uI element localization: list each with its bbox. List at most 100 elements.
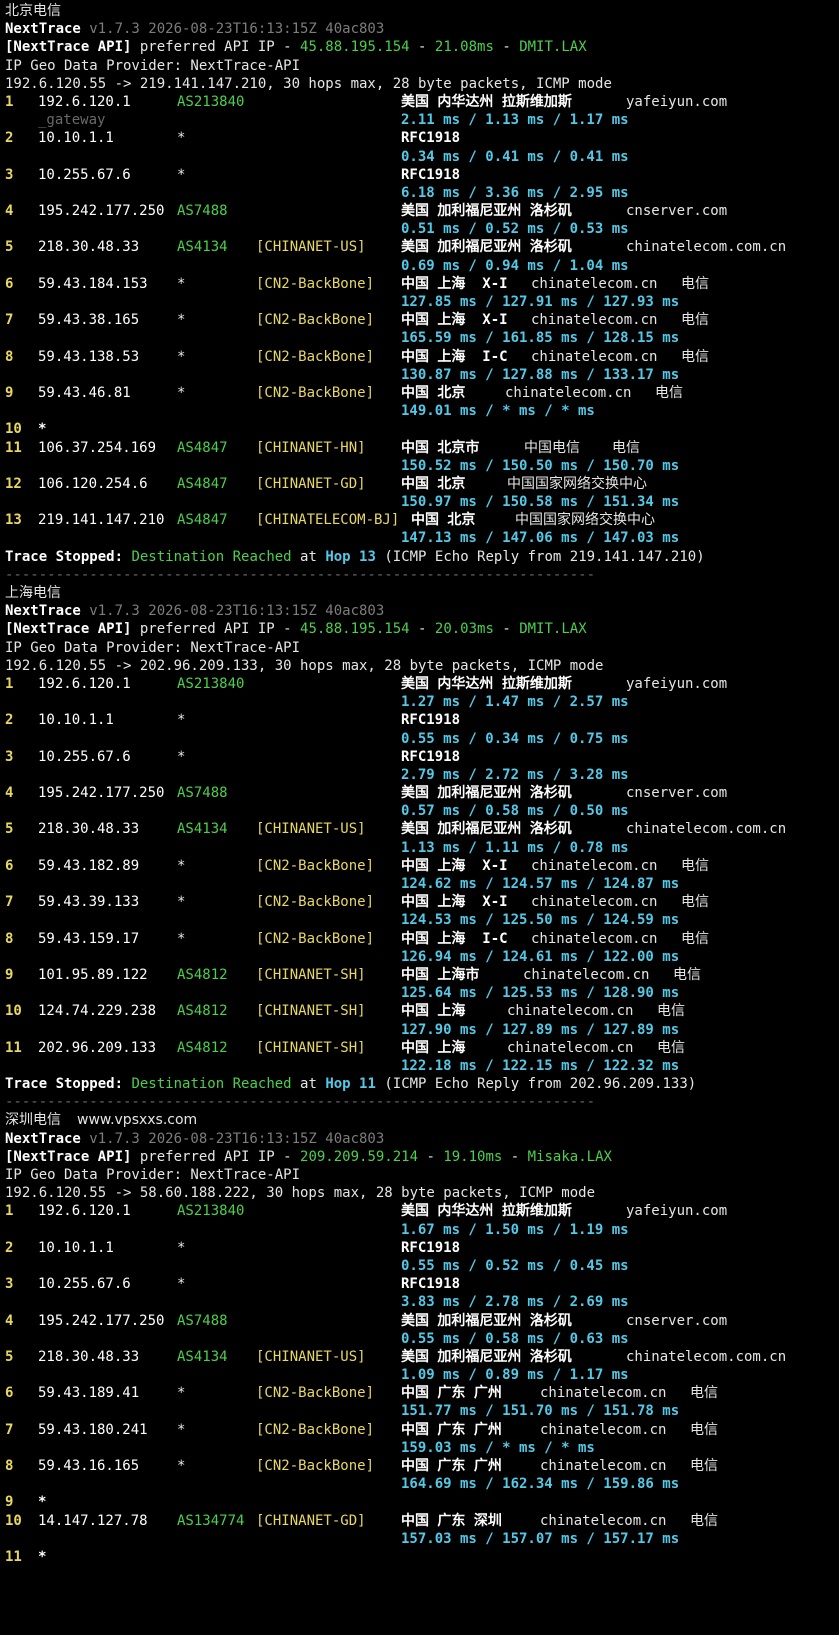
destination-reached: Destination Reached bbox=[131, 1076, 292, 1093]
hop-row: 2 10.10.1.1 * RFC1918 bbox=[5, 1239, 834, 1257]
hop-number: 7 bbox=[5, 894, 14, 911]
hop-row: 6 59.43.184.153 * [CN2-BackBone] 中国 上海 X-I ch… bbox=[5, 275, 834, 293]
hop-number: 1 bbox=[5, 93, 14, 110]
hop-isp: 电信 bbox=[657, 1039, 685, 1056]
hop-row: 8 59.43.16.165 * [CN2-BackBone] 中国 广东 广州 chin… bbox=[5, 1457, 834, 1475]
hop-geo: 中国 北京 bbox=[411, 512, 476, 529]
hop-latency: 1.13 ms / 1.11 ms / 0.78 ms bbox=[401, 839, 629, 856]
version-line: NextTrace v1.7.3 2026-08-23T16:13:15Z 40… bbox=[5, 20, 834, 38]
hop-row: 13 219.141.147.210 AS4847 [CHINATELECOM-BJ]… bbox=[5, 511, 834, 529]
hop-latency: 164.69 ms / 162.34 ms / 159.86 ms bbox=[401, 1476, 680, 1493]
hop-row: 10 14.147.127.78 AS134774 [CHINANET-GD] 中国 广… bbox=[5, 1512, 834, 1530]
hop-row: 2 10.10.1.1 * RFC1918 bbox=[5, 129, 834, 147]
hop-ip: 195.242.177.250 bbox=[38, 785, 165, 802]
hop-asn: AS4847 bbox=[177, 475, 228, 492]
hop-domain: yafeiyun.com bbox=[626, 675, 728, 692]
api-ip: 209.209.59.214 bbox=[300, 1148, 419, 1165]
hop-isp: 电信 bbox=[673, 966, 701, 983]
hop-latency: 122.18 ms / 122.15 ms / 122.32 ms bbox=[401, 1057, 680, 1074]
trace-stopped-line: Trace Stopped: Destination Reached at Ho… bbox=[5, 1075, 834, 1093]
hop-latency: 2.11 ms / 1.13 ms / 1.17 ms bbox=[401, 112, 629, 129]
hop-row: 8 59.43.159.17 * [CN2-BackBone] 中国 上海 I-C chi… bbox=[5, 930, 834, 948]
hop-asn: AS4134 bbox=[177, 821, 228, 838]
hop-latency-row: 1.67 ms / 1.50 ms / 1.19 ms bbox=[5, 1221, 834, 1239]
hop-geo: 美国 加利福尼亚州 洛杉矶 bbox=[401, 239, 572, 256]
hop-asn: * bbox=[177, 857, 186, 874]
hop-latency-row: 127.90 ms / 127.89 ms / 127.89 ms bbox=[5, 1021, 834, 1039]
hop-network-tag: [CN2-BackBone] bbox=[256, 1458, 375, 1474]
version-text: v1.7.3 2026-08-23T16:13:15Z 40ac803 bbox=[80, 603, 385, 620]
hop-geo: RFC1918 bbox=[401, 1239, 461, 1256]
hop-geo: 中国 上海 bbox=[401, 1003, 466, 1020]
api-line: [NextTrace API] preferred API IP - 45.88… bbox=[5, 38, 834, 56]
hop-row: 11 * bbox=[5, 1548, 834, 1566]
hop-latency: 0.55 ms / 0.52 ms / 0.45 ms bbox=[401, 1257, 629, 1274]
version-line: NextTrace v1.7.3 2026-08-23T16:13:15Z 40… bbox=[5, 602, 834, 620]
hop-asn: AS213840 bbox=[177, 93, 245, 110]
version-text: v1.7.3 2026-08-23T16:13:15Z 40ac803 bbox=[80, 21, 385, 38]
hop-network-tag: [CHINANET-SH] bbox=[256, 966, 366, 983]
route-text: 192.6.120.55 -> 219.141.147.210, 30 hops… bbox=[5, 75, 612, 92]
hop-asn: AS4134 bbox=[177, 239, 228, 256]
hop-latency-row: 124.62 ms / 124.57 ms / 124.87 ms bbox=[5, 875, 834, 893]
hop-number: 1 bbox=[5, 1203, 14, 1220]
hop-row: 1 192.6.120.1 AS213840 美国 内华达州 拉斯维加斯 yafeiyu… bbox=[5, 93, 834, 111]
api-line: [NextTrace API] preferred API IP - 209.2… bbox=[5, 1148, 834, 1166]
hop-isp: 电信 bbox=[681, 275, 709, 292]
api-node: DMIT.LAX bbox=[519, 621, 587, 638]
geo-provider: IP Geo Data Provider: NextTrace-API bbox=[5, 639, 301, 656]
hop-ip: 218.30.48.33 bbox=[38, 821, 140, 838]
hop-domain: chinatelecom.cn bbox=[531, 894, 658, 911]
api-latency: 20.03ms bbox=[434, 621, 494, 638]
hop-row: 6 59.43.189.41 * [CN2-BackBone] 中国 广东 广州 chin… bbox=[5, 1384, 834, 1402]
hop-ip: 195.242.177.250 bbox=[38, 203, 165, 220]
hop-geo: 中国 上海 X-I bbox=[401, 275, 508, 292]
route-text: 192.6.120.55 -> 58.60.188.222, 30 hops m… bbox=[5, 1185, 596, 1202]
hop-latency: 6.18 ms / 3.36 ms / 2.95 ms bbox=[401, 184, 629, 201]
hop-latency-row: 0.55 ms / 0.34 ms / 0.75 ms bbox=[5, 730, 834, 748]
at-text: at bbox=[291, 1076, 326, 1093]
geo-provider: IP Geo Data Provider: NextTrace-API bbox=[5, 57, 301, 74]
hop-number: 3 bbox=[5, 166, 14, 183]
hop-row: 3 10.255.67.6 * RFC1918 bbox=[5, 748, 834, 766]
hop-ip: 219.141.147.210 bbox=[38, 512, 165, 529]
hop-asn: AS4134 bbox=[177, 1348, 228, 1365]
hop-asn: * bbox=[177, 894, 186, 911]
hop-geo: 中国 上海 I-C bbox=[401, 930, 508, 947]
hop-latency: 127.90 ms / 127.89 ms / 127.89 ms bbox=[401, 1021, 680, 1038]
api-latency: 21.08ms bbox=[434, 39, 494, 56]
hop-latency: 165.59 ms / 161.85 ms / 128.15 ms bbox=[401, 330, 680, 347]
hop-number: 8 bbox=[5, 348, 14, 365]
hop-number: 2 bbox=[5, 712, 14, 729]
hop-network-tag: [CHINANET-US] bbox=[256, 239, 366, 256]
hop-latency-row: 125.64 ms / 125.53 ms / 128.90 ms bbox=[5, 984, 834, 1002]
hop-number: 10 bbox=[5, 1003, 22, 1020]
hop-domain: cnserver.com bbox=[626, 1312, 728, 1329]
hop-latency: 124.53 ms / 125.50 ms / 124.59 ms bbox=[401, 912, 680, 929]
hop-number: 7 bbox=[5, 312, 14, 329]
hop-number: 10 bbox=[5, 1512, 22, 1529]
hop-isp: 电信 bbox=[690, 1458, 718, 1474]
separator: ----------------------------------------… bbox=[5, 566, 834, 584]
hop-ip: 106.37.254.169 bbox=[38, 439, 157, 456]
hop-latency: 1.09 ms / 0.89 ms / 1.17 ms bbox=[401, 1367, 629, 1384]
hop-asn: * bbox=[177, 748, 186, 765]
hop-latency-row: 0.34 ms / 0.41 ms / 0.41 ms bbox=[5, 148, 834, 166]
hop-latency-row: 124.53 ms / 125.50 ms / 124.59 ms bbox=[5, 911, 834, 929]
dash: - bbox=[502, 1148, 528, 1165]
dash: - bbox=[493, 621, 520, 638]
section-title: 上海电信 bbox=[5, 585, 61, 601]
hop-number: 11 bbox=[5, 439, 22, 456]
hop-latency-row: 150.52 ms / 150.50 ms / 150.70 ms bbox=[5, 457, 834, 475]
hop-latency-row: 159.03 ms / * ms / * ms bbox=[5, 1439, 834, 1457]
hop-geo: RFC1918 bbox=[401, 166, 461, 183]
hop-latency: 147.13 ms / 147.06 ms / 147.03 ms bbox=[401, 530, 680, 547]
hop-asn: AS4812 bbox=[177, 1039, 228, 1056]
dash: - bbox=[409, 39, 435, 56]
api-prefix: [NextTrace API] bbox=[5, 621, 132, 638]
hop-row: 9 * bbox=[5, 1493, 834, 1511]
hop-isp: 电信 bbox=[657, 1003, 685, 1020]
hop-row: 9 59.43.46.81 * [CN2-BackBone] 中国 北京 chinatel… bbox=[5, 384, 834, 402]
hop-isp: 电信 bbox=[655, 384, 683, 401]
hop-isp: 电信 bbox=[681, 894, 709, 911]
